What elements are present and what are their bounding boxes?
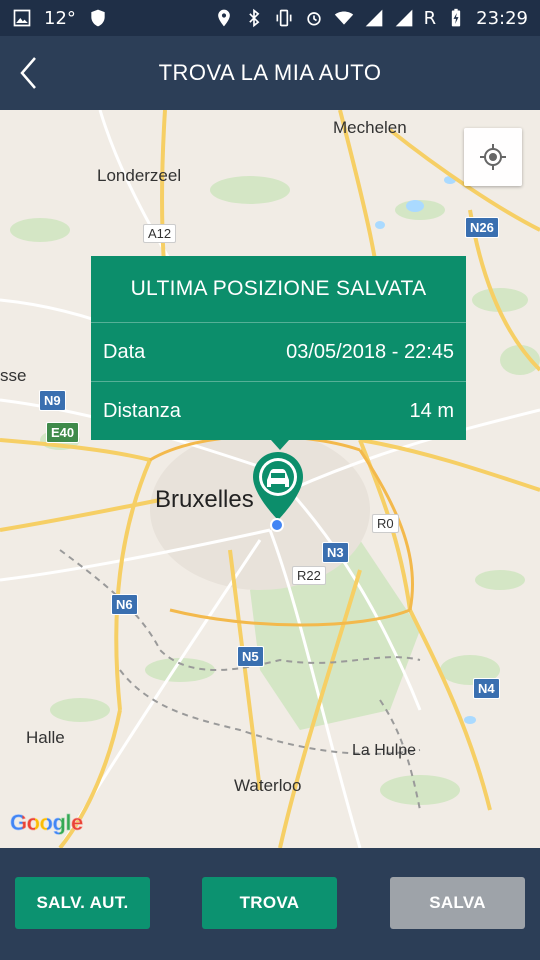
road-n5: N5 [237,646,264,667]
place-halle: Halle [26,728,65,747]
road-n9: N9 [39,390,66,411]
car-marker-icon[interactable] [250,450,306,522]
status-bar: 12° R 23:29 [0,0,540,36]
carrier-letter: R [423,7,437,29]
vibrate-icon [274,8,294,28]
save-button[interactable]: SALVA [390,877,525,929]
map-view[interactable]: Mechelen Londerzeel sse Bruxelles Halle … [0,110,540,848]
page-title: TROVA LA MIA AUTO [158,60,382,85]
shield-icon [88,8,108,28]
road-n3: N3 [322,542,349,563]
info-popup: ULTIMA POSIZIONE SALVATA Data 03/05/2018… [91,256,466,440]
road-n6: N6 [111,594,138,615]
my-location-button[interactable] [464,128,522,186]
location-icon [214,8,234,28]
find-button[interactable]: TROVA [202,877,337,929]
google-logo: Google [10,810,84,836]
wifi-icon [334,8,354,28]
signal-2-icon [394,8,414,28]
clock: 23:29 [476,7,528,29]
battery-charging-icon [446,8,466,28]
bottom-action-bar: SALV. AUT. TROVA SALVA [0,848,540,960]
road-n4: N4 [473,678,500,699]
date-label: Data [103,340,146,363]
app-bar: TROVA LA MIA AUTO [0,36,540,110]
google-attribution: Google [10,810,84,836]
signal-icon [364,8,384,28]
popup-title: ULTIMA POSIZIONE SALVATA [130,277,427,300]
distance-label: Distanza [103,399,181,422]
road-a12: A12 [143,224,177,243]
crosshair-icon [480,144,506,170]
popup-pointer [271,440,289,450]
road-r22: R22 [292,566,326,585]
temperature: 12° [44,7,76,29]
road-r0: R0 [372,514,399,533]
place-bruxelles: Bruxelles [155,486,254,513]
distance-value: 14 m [409,399,454,422]
bluetooth-icon [244,8,264,28]
place-mechelen: Mechelen [333,118,407,137]
place-la-hulpe: La Hulpe [352,742,417,759]
road-e40: E40 [46,422,80,443]
chevron-left-icon [20,57,36,89]
place-asse: sse [0,366,27,385]
back-button[interactable] [8,52,48,94]
place-londerzeel: Londerzeel [97,166,182,185]
popup-row-distance: Distanza 14 m [91,381,466,440]
popup-row-date: Data 03/05/2018 - 22:45 [91,322,466,381]
gallery-icon [12,8,32,28]
auto-save-button[interactable]: SALV. AUT. [15,877,150,929]
place-waterloo: Waterloo [234,776,302,795]
road-n26: N26 [465,217,499,238]
date-value: 03/05/2018 - 22:45 [286,340,454,363]
current-location-dot [270,518,284,532]
alarm-icon [304,8,324,28]
